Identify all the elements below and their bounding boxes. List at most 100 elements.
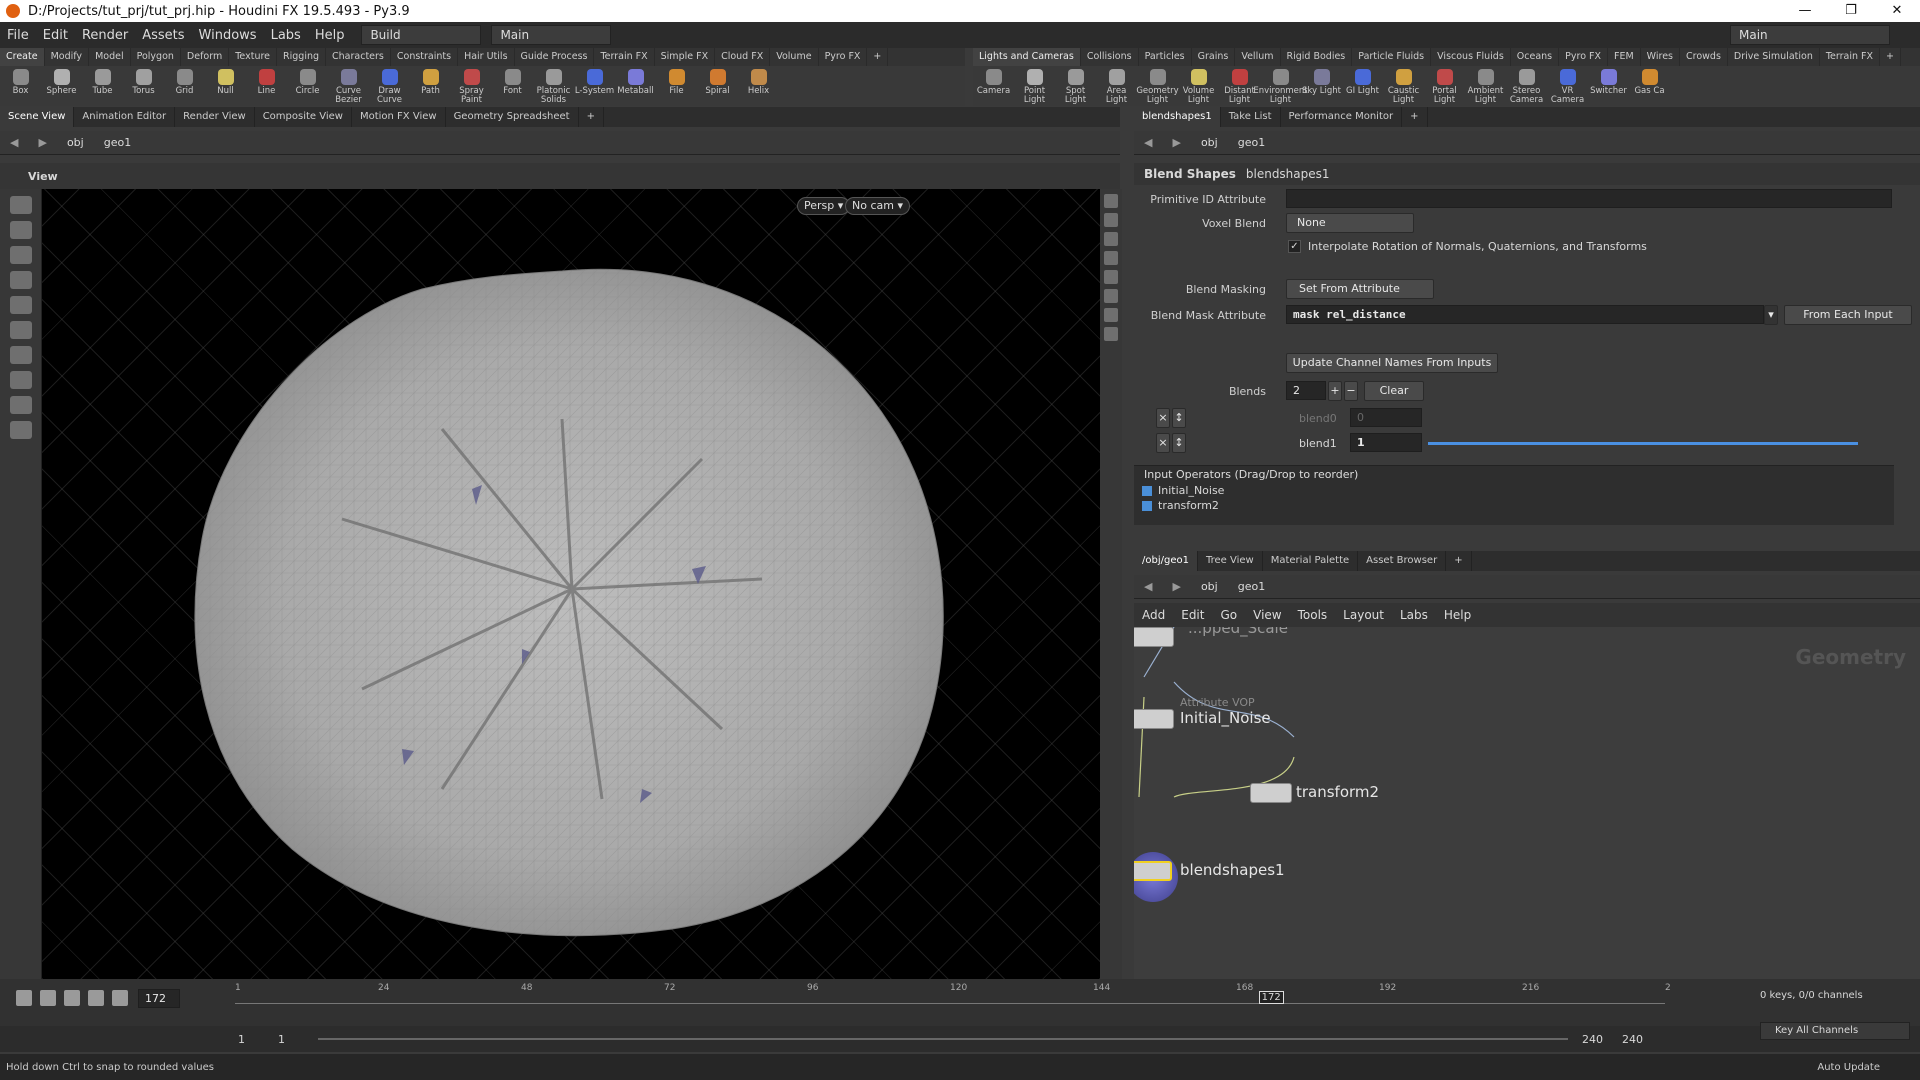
pane-tab[interactable]: Composite View bbox=[255, 107, 352, 127]
network-menu-item[interactable]: Edit bbox=[1173, 608, 1212, 622]
snapshot-icon[interactable] bbox=[1104, 308, 1118, 322]
key-all-channels-dropdown[interactable]: Key All Channels bbox=[1760, 1022, 1910, 1040]
camera-dropdown[interactable]: No cam ▾ bbox=[845, 197, 910, 215]
timeline-ruler[interactable]: 1 24 48 72 96 120 144 168 192 216 2 172 bbox=[235, 983, 1671, 1009]
interp-checkbox[interactable]: ✓ bbox=[1288, 240, 1301, 253]
shelf-tool[interactable]: Caustic Light bbox=[1383, 66, 1424, 106]
shelf-tab[interactable]: Wires bbox=[1641, 48, 1680, 66]
shelf-tab[interactable]: Characters bbox=[326, 48, 391, 66]
snap-tool-icon[interactable] bbox=[10, 346, 32, 364]
blend0-move-button[interactable]: ↕ bbox=[1172, 408, 1186, 428]
mask-attr-field[interactable]: mask rel_distance bbox=[1286, 305, 1764, 324]
menu-help[interactable]: Help bbox=[308, 28, 352, 43]
lock-camera-icon[interactable] bbox=[1104, 232, 1118, 246]
net-path-geo1[interactable]: geo1 bbox=[1228, 580, 1275, 593]
shelf-tool[interactable]: Gas Ca bbox=[1629, 66, 1670, 106]
node-initial-noise[interactable] bbox=[1134, 709, 1174, 729]
shading-icon[interactable] bbox=[1104, 213, 1118, 227]
network-menu-item[interactable]: View bbox=[1245, 608, 1289, 622]
shelf-tab[interactable]: Particles bbox=[1139, 48, 1192, 66]
menu-assets[interactable]: Assets bbox=[135, 28, 191, 43]
shelf-tool[interactable]: Box bbox=[0, 66, 41, 106]
range-end2-field[interactable]: 240 bbox=[1622, 1033, 1662, 1046]
shelf-tab[interactable]: FEM bbox=[1608, 48, 1641, 66]
shelf-tab[interactable]: Deform bbox=[181, 48, 230, 66]
pane-tab[interactable]: Material Palette bbox=[1263, 551, 1359, 571]
pane-tab[interactable]: /obj/geo1 bbox=[1134, 551, 1198, 571]
shelf-tool[interactable]: Grid bbox=[164, 66, 205, 106]
param-path-obj[interactable]: obj bbox=[1191, 136, 1228, 149]
path-geo1[interactable]: geo1 bbox=[94, 136, 141, 149]
shelf-tool[interactable]: Torus bbox=[123, 66, 164, 106]
maximize-button[interactable]: ❐ bbox=[1828, 0, 1874, 22]
shelf-tab[interactable]: Oceans bbox=[1511, 48, 1560, 66]
pane-tab[interactable]: blendshapes1 bbox=[1134, 107, 1221, 127]
blend1-move-button[interactable]: ↕ bbox=[1172, 433, 1186, 453]
network-menu-item[interactable]: Labs bbox=[1392, 608, 1436, 622]
blend0-delete-button[interactable]: × bbox=[1156, 408, 1170, 428]
shelf-tool[interactable]: Point Light bbox=[1014, 66, 1055, 106]
shelf-tab[interactable]: Rigid Bodies bbox=[1281, 48, 1353, 66]
shelf-tab[interactable]: Constraints bbox=[391, 48, 459, 66]
menu-render[interactable]: Render bbox=[75, 28, 135, 43]
blends-remove-button[interactable]: − bbox=[1344, 381, 1358, 401]
shelf-tool[interactable]: Spiral bbox=[697, 66, 738, 106]
shelf-tool[interactable]: Font bbox=[492, 66, 533, 106]
shelf-tab[interactable]: Polygon bbox=[131, 48, 181, 66]
range-start-field[interactable]: 1 bbox=[238, 1033, 278, 1046]
pane-tab[interactable]: Motion FX View bbox=[352, 107, 446, 127]
shelf-tab[interactable]: Terrain FX bbox=[594, 48, 655, 66]
shelf-tool[interactable]: L-System bbox=[574, 66, 615, 106]
net-back-icon[interactable]: ◀ bbox=[1134, 580, 1162, 593]
pane-tab[interactable]: Take List bbox=[1221, 107, 1281, 127]
shelf-tab[interactable]: Particle Fluids bbox=[1352, 48, 1432, 66]
network-editor[interactable]: Geometry ...pped_Scale Attribute VOP Ini… bbox=[1134, 627, 1920, 979]
shelf-tool[interactable]: Sky Light bbox=[1301, 66, 1342, 106]
shelf-tab[interactable]: + bbox=[1880, 48, 1901, 66]
auto-update-dropdown[interactable]: Auto Update bbox=[1817, 1062, 1880, 1073]
shelf-tool[interactable]: Portal Light bbox=[1424, 66, 1465, 106]
node-blendshapes1[interactable] bbox=[1134, 861, 1172, 881]
shelf-tool[interactable]: Spot Light bbox=[1055, 66, 1096, 106]
shelf-tool[interactable]: Platonic Solids bbox=[533, 66, 574, 106]
info-icon[interactable] bbox=[1104, 327, 1118, 341]
shelf-tool[interactable]: Switcher bbox=[1588, 66, 1629, 106]
shelf-tool[interactable]: Tube bbox=[82, 66, 123, 106]
blends-add-button[interactable]: + bbox=[1328, 381, 1342, 401]
shelf-tool[interactable]: VR Camera bbox=[1547, 66, 1588, 106]
update-channel-names-button[interactable]: Update Channel Names From Inputs bbox=[1286, 353, 1498, 373]
mask-attr-menu-icon[interactable]: ▾ bbox=[1764, 305, 1778, 325]
shelf-tab[interactable]: Modify bbox=[45, 48, 90, 66]
play-reverse-icon[interactable] bbox=[40, 990, 56, 1006]
shelf-tab[interactable]: Texture bbox=[229, 48, 278, 66]
shelf-tool[interactable]: Stereo Camera bbox=[1506, 66, 1547, 106]
node-name-field[interactable]: blendshapes1 bbox=[1246, 167, 1330, 181]
menu-edit[interactable]: Edit bbox=[36, 28, 75, 43]
network-menu-item[interactable]: Add bbox=[1134, 608, 1173, 622]
shelf-tab[interactable]: Grains bbox=[1192, 48, 1236, 66]
primitive-id-field[interactable] bbox=[1286, 189, 1892, 208]
shelf-tool[interactable]: Circle bbox=[287, 66, 328, 106]
display-options-icon[interactable] bbox=[1104, 194, 1118, 208]
wireframe-icon[interactable] bbox=[1104, 251, 1118, 265]
desktop-dropdown[interactable]: Main bbox=[491, 25, 612, 45]
minimize-button[interactable]: — bbox=[1782, 0, 1828, 22]
shelf-tab[interactable]: Viscous Fluids bbox=[1431, 48, 1511, 66]
shelf-tool[interactable]: File bbox=[656, 66, 697, 106]
lighting-icon[interactable] bbox=[1104, 270, 1118, 284]
shelf-tool[interactable]: Area Light bbox=[1096, 66, 1137, 106]
shelf-tab[interactable]: + bbox=[867, 48, 889, 66]
pane-tab[interactable]: Render View bbox=[175, 107, 255, 127]
node-transform2[interactable] bbox=[1250, 783, 1292, 803]
blend1-delete-button[interactable]: × bbox=[1156, 433, 1170, 453]
network-menu-item[interactable]: Help bbox=[1436, 608, 1479, 622]
shelf-tool[interactable]: Null bbox=[205, 66, 246, 106]
shelf-tool[interactable]: GI Light bbox=[1342, 66, 1383, 106]
param-forward-icon[interactable]: ▶ bbox=[1162, 136, 1190, 149]
current-frame-field[interactable]: 172 bbox=[138, 988, 180, 1008]
shelf-tab[interactable]: Vellum bbox=[1235, 48, 1281, 66]
shelf-tool[interactable]: Draw Curve bbox=[369, 66, 410, 106]
blend0-field[interactable]: 0 bbox=[1350, 408, 1422, 427]
pane-tab[interactable]: Asset Browser bbox=[1358, 551, 1447, 571]
persp-dropdown[interactable]: Persp ▾ bbox=[797, 197, 851, 215]
